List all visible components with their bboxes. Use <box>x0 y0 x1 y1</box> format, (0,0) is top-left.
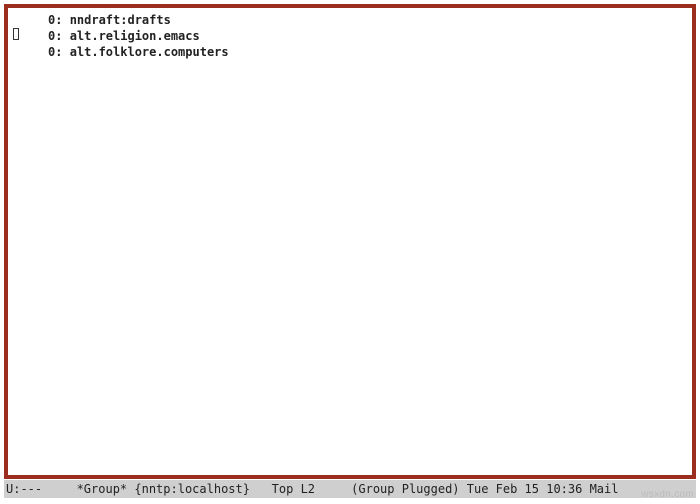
group-name: alt.folklore.computers <box>70 45 229 59</box>
watermark: wsxdn.com <box>641 489 694 500</box>
modeline-line: L2 <box>293 482 315 496</box>
group-count: 0 <box>48 13 55 27</box>
group-line[interactable]: 0: alt.folklore.computers <box>8 44 692 60</box>
group-buffer[interactable]: 0: nndraft:drafts 0: alt.religion.emacs … <box>8 8 692 61</box>
modeline-status: U:--- <box>6 482 49 496</box>
modeline-buffer-name: *Group* <box>69 482 127 496</box>
group-line[interactable]: 0: nndraft:drafts <box>8 12 692 28</box>
modeline-datetime: Tue Feb 15 10:36 <box>460 482 583 496</box>
modeline-mode-tail: Mail <box>582 482 618 496</box>
emacs-frame: 0: nndraft:drafts 0: alt.religion.emacs … <box>4 4 696 479</box>
text-cursor <box>13 28 19 40</box>
group-count: 0 <box>48 29 55 43</box>
group-name: alt.religion.emacs <box>70 29 200 43</box>
group-count: 0 <box>48 45 55 59</box>
group-name: nndraft:drafts <box>70 13 171 27</box>
modeline-position: Top <box>250 482 293 496</box>
modeline[interactable]: U:--- *Group* {nntp:localhost} Top L2 (G… <box>4 480 696 498</box>
gnus-icon <box>51 482 67 496</box>
group-line[interactable]: 0: alt.religion.emacs <box>8 28 692 44</box>
modeline-extra: (Group Plugged) <box>315 482 460 496</box>
modeline-server: {nntp:localhost} <box>127 482 250 496</box>
